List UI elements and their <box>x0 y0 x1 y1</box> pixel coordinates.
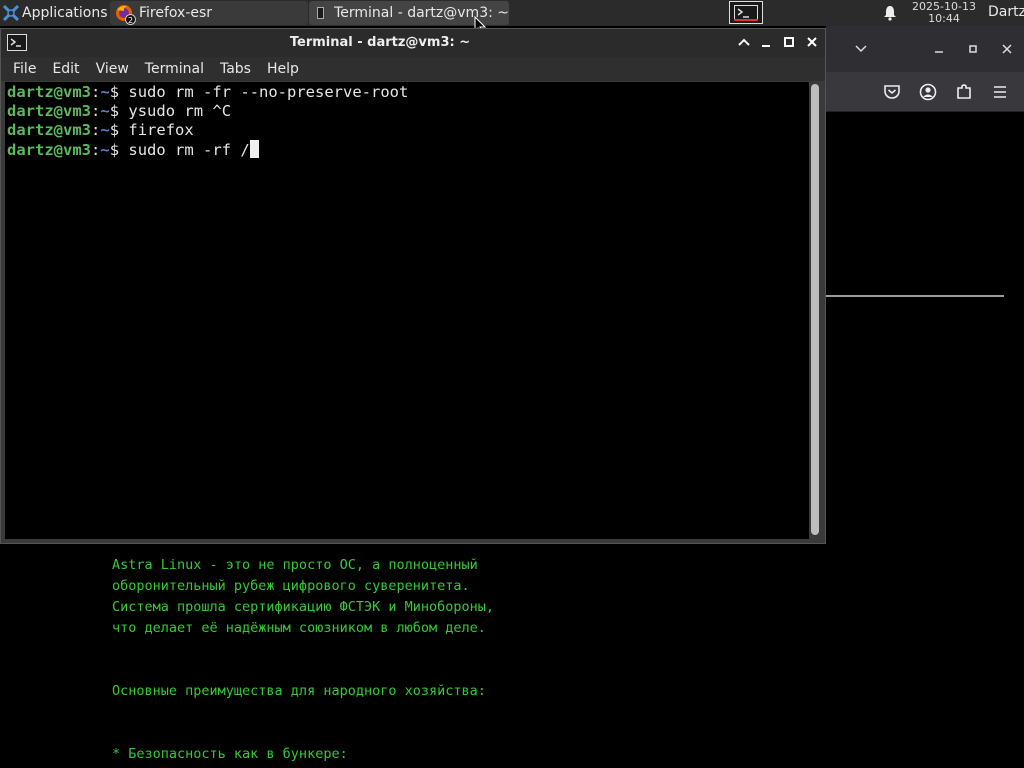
applications-label: Applications <box>22 5 108 21</box>
text-cursor <box>249 140 259 158</box>
command-input[interactable]: sudo rm -rf / <box>128 141 249 159</box>
maximize-icon[interactable] <box>966 42 980 56</box>
chevron-up-icon[interactable] <box>737 35 751 49</box>
chevron-down-icon[interactable] <box>854 42 868 56</box>
prompt-user: dartz@vm3 <box>7 141 91 159</box>
taskbar-firefox-label: Firefox-esr <box>139 5 213 21</box>
pocket-icon[interactable] <box>882 82 902 102</box>
menu-edit[interactable]: Edit <box>44 61 87 77</box>
top-panel: Applications 2 Firefox-esr Terminal - da… <box>0 0 1024 35</box>
minimize-icon[interactable] <box>759 35 773 49</box>
hamburger-menu-icon[interactable] <box>990 82 1010 102</box>
applications-icon <box>3 5 19 21</box>
user-menu[interactable]: Dartz <box>988 4 1024 20</box>
window-count-badge: 2 <box>125 14 136 25</box>
background-text-line: Astra Linux - это не просто ОС, а полноц… <box>112 557 478 573</box>
account-icon[interactable] <box>918 82 938 102</box>
vertical-scrollbar[interactable] <box>811 84 819 535</box>
command-text: ysudo rm ^C <box>128 102 232 120</box>
prompt-colon: : <box>91 141 101 159</box>
prompt-path: ~ <box>100 121 110 139</box>
close-icon[interactable] <box>805 35 819 49</box>
menu-file[interactable]: File <box>5 61 44 77</box>
prompt-symbol: $ <box>109 141 120 159</box>
firefox-content-divider <box>826 295 1004 297</box>
background-text-line: Основные преимущества для народного хозя… <box>112 683 486 699</box>
prompt-path: ~ <box>100 102 110 120</box>
firefox-window-titlebar <box>826 26 1024 72</box>
prompt-user: dartz@vm3 <box>7 121 91 139</box>
background-text-line: что делает её надёжным союзником в любом… <box>112 620 486 636</box>
tray-terminal-button[interactable] <box>729 1 763 24</box>
terminal-screen[interactable]: dartz@vm3:~$ sudo rm -fr --no-preserve-r… <box>5 82 809 539</box>
terminal-line-current: dartz@vm3:~$ sudo rm -rf / <box>7 140 807 159</box>
terminal-window: Terminal - dartz@vm3: ~ File Edit View T… <box>0 28 826 544</box>
background-text-line: Система прошла сертификацию ФСТЭК и Мино… <box>112 599 495 615</box>
extensions-icon[interactable] <box>954 82 974 102</box>
terminal-titlebar[interactable]: Terminal - dartz@vm3: ~ <box>1 29 825 57</box>
menu-view[interactable]: View <box>88 61 137 77</box>
firefox-icon: 2 <box>115 4 136 25</box>
prompt-symbol: $ <box>109 121 120 139</box>
notification-bell-icon[interactable] <box>882 5 898 21</box>
window-title: Terminal - dartz@vm3: ~ <box>289 35 471 50</box>
prompt-colon: : <box>91 83 101 101</box>
command-text: sudo rm -fr --no-preserve-root <box>128 83 409 101</box>
applications-menu[interactable]: Applications <box>0 0 108 26</box>
prompt-path: ~ <box>100 141 110 159</box>
prompt-symbol: $ <box>109 83 120 101</box>
maximize-icon[interactable] <box>782 35 796 49</box>
prompt-symbol: $ <box>109 102 120 120</box>
menu-terminal[interactable]: Terminal <box>137 61 212 77</box>
command-text: firefox <box>128 121 194 139</box>
prompt-user: dartz@vm3 <box>7 102 91 120</box>
terminal-line: dartz@vm3:~$ ysudo rm ^C <box>7 102 807 121</box>
terminal-line: dartz@vm3:~$ firefox <box>7 121 807 140</box>
terminal-menubar: File Edit View Terminal Tabs Help <box>1 57 825 81</box>
prompt-colon: : <box>91 121 101 139</box>
clock-time: 10:44 <box>928 12 960 25</box>
taskbar-firefox[interactable]: 2 Firefox-esr <box>110 1 308 25</box>
prompt-colon: : <box>91 102 101 120</box>
background-text-line: * Безопасность как в бункере: <box>112 746 348 762</box>
clock[interactable]: 2025-10-13 10:44 <box>908 1 980 25</box>
firefox-toolbar <box>826 72 1024 112</box>
background-text-line: оборонительный рубеж цифрового суверенит… <box>112 578 470 594</box>
terminal-icon <box>734 4 758 21</box>
menu-tabs[interactable]: Tabs <box>212 61 259 77</box>
terminal-icon <box>317 7 325 19</box>
minimize-icon[interactable] <box>932 42 946 56</box>
terminal-line: dartz@vm3:~$ sudo rm -fr --no-preserve-r… <box>7 83 807 102</box>
close-icon[interactable] <box>1000 42 1014 56</box>
prompt-user: dartz@vm3 <box>7 83 91 101</box>
prompt-path: ~ <box>100 83 110 101</box>
menu-help[interactable]: Help <box>259 61 307 77</box>
